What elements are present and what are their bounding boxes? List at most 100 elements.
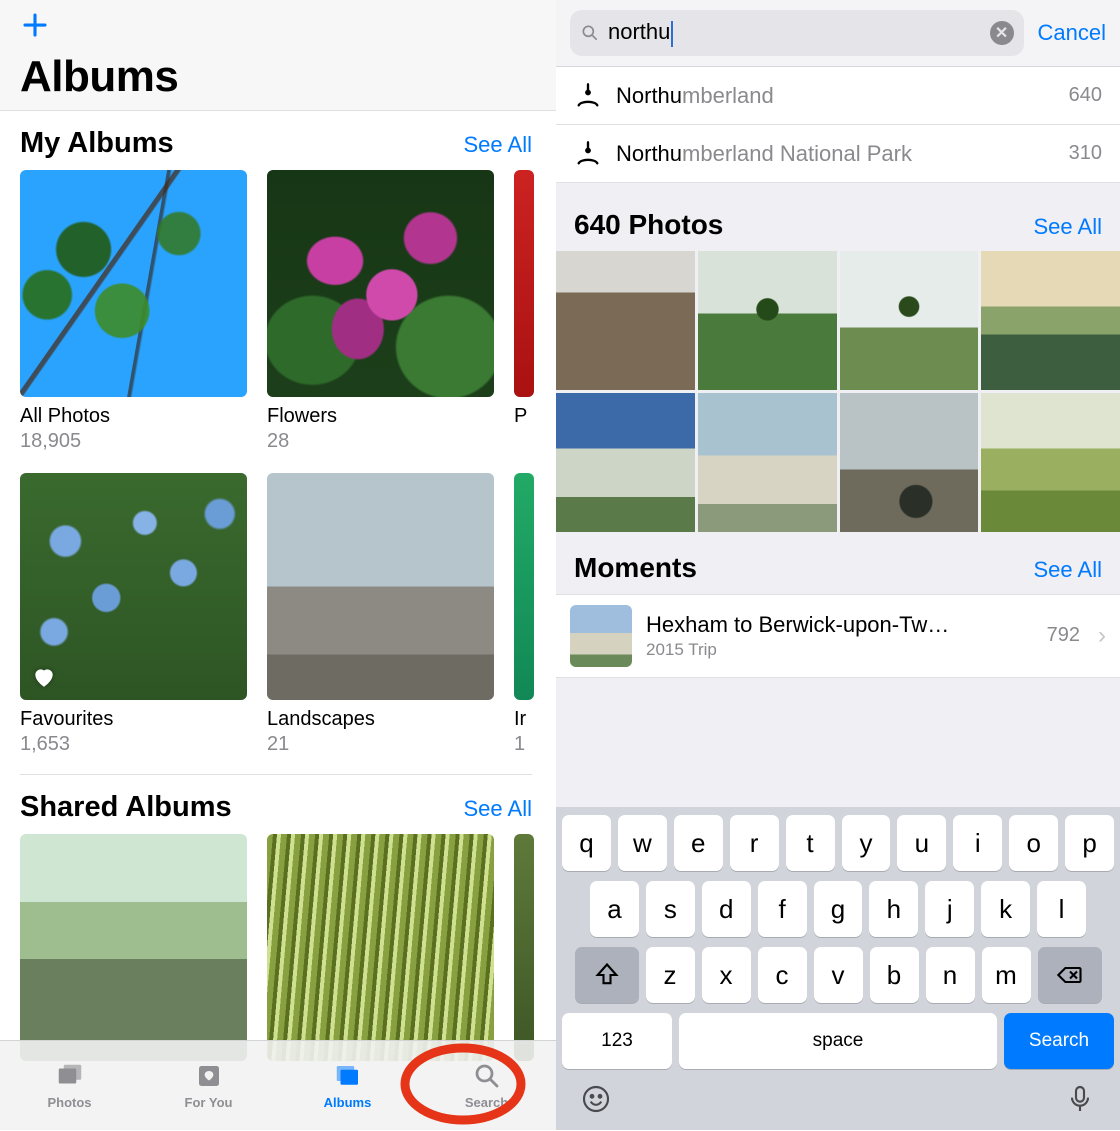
- key-z[interactable]: z: [646, 947, 695, 1003]
- album-count: 28: [267, 430, 494, 453]
- album-name: Ir: [514, 708, 534, 731]
- moments-title: Moments: [574, 552, 697, 584]
- album-flowers[interactable]: Flowers 28: [267, 170, 494, 453]
- key-h[interactable]: h: [869, 881, 918, 937]
- tab-albums[interactable]: Albums: [278, 1041, 417, 1130]
- search-bar: northu ✕ Cancel: [556, 0, 1120, 67]
- photo-thumb[interactable]: [556, 251, 695, 390]
- key-t[interactable]: t: [786, 815, 835, 871]
- search-screen: northu ✕ Cancel Northumberland 640 North…: [556, 0, 1120, 1130]
- photo-thumb[interactable]: [840, 251, 979, 390]
- tab-label: For You: [185, 1095, 233, 1110]
- key-k[interactable]: k: [981, 881, 1030, 937]
- album-thumb: [267, 834, 494, 1061]
- moments-see-all[interactable]: See All: [1034, 557, 1103, 583]
- suggestion-text: Northumberland National Park: [616, 141, 1069, 167]
- photo-thumb[interactable]: [981, 251, 1120, 390]
- tab-label: Photos: [47, 1095, 91, 1110]
- add-album-button[interactable]: [20, 10, 536, 46]
- album-thumb: [267, 170, 494, 397]
- tab-for-you[interactable]: For You: [139, 1041, 278, 1130]
- album-all-photos[interactable]: All Photos 18,905: [20, 170, 247, 453]
- album-favourites[interactable]: Favourites 1,653: [20, 473, 247, 756]
- key-d[interactable]: d: [702, 881, 751, 937]
- search-input[interactable]: northu ✕: [570, 10, 1024, 56]
- tab-photos[interactable]: Photos: [0, 1041, 139, 1130]
- album-count: 21: [267, 733, 494, 756]
- key-q[interactable]: q: [562, 815, 611, 871]
- key-u[interactable]: u: [897, 815, 946, 871]
- suggestion-row[interactable]: Northumberland National Park 310: [556, 125, 1120, 183]
- shared-album[interactable]: [20, 834, 247, 1061]
- chevron-right-icon: ›: [1098, 622, 1106, 650]
- key-l[interactable]: l: [1037, 881, 1086, 937]
- album-name: Landscapes: [267, 708, 494, 731]
- moment-thumb: [570, 605, 632, 667]
- album-peek[interactable]: P: [514, 170, 534, 453]
- key-s[interactable]: s: [646, 881, 695, 937]
- key-space[interactable]: space: [679, 1013, 997, 1069]
- keyboard: qwertyuiop asdfghjkl zxcvbnm 123 space S…: [556, 807, 1120, 1130]
- mic-icon: [1064, 1083, 1096, 1115]
- key-b[interactable]: b: [870, 947, 919, 1003]
- key-m[interactable]: m: [982, 947, 1031, 1003]
- album-landscapes[interactable]: Landscapes 21: [267, 473, 494, 756]
- cancel-button[interactable]: Cancel: [1038, 20, 1106, 46]
- photo-thumb[interactable]: [840, 393, 979, 532]
- annotation-circle: [398, 1042, 528, 1126]
- my-albums-title: My Albums: [20, 127, 174, 160]
- key-w[interactable]: w: [618, 815, 667, 871]
- plus-icon: [20, 10, 50, 40]
- shared-albums-see-all[interactable]: See All: [464, 796, 533, 822]
- album-name: Flowers: [267, 405, 494, 428]
- my-albums-see-all[interactable]: See All: [464, 132, 533, 158]
- moment-row[interactable]: Hexham to Berwick-upon-Tw… 2015 Trip 792…: [556, 594, 1120, 678]
- emoji-button[interactable]: [580, 1083, 612, 1120]
- suggestion-row[interactable]: Northumberland 640: [556, 67, 1120, 125]
- album-thumb: [514, 170, 534, 397]
- photo-thumb[interactable]: [698, 251, 837, 390]
- key-g[interactable]: g: [814, 881, 863, 937]
- key-o[interactable]: o: [1009, 815, 1058, 871]
- album-peek[interactable]: Ir 1: [514, 473, 534, 756]
- key-p[interactable]: p: [1065, 815, 1114, 871]
- key-r[interactable]: r: [730, 815, 779, 871]
- shared-album[interactable]: [267, 834, 494, 1061]
- key-i[interactable]: i: [953, 815, 1002, 871]
- key-v[interactable]: v: [814, 947, 863, 1003]
- key-y[interactable]: y: [842, 815, 891, 871]
- key-shift[interactable]: [575, 947, 639, 1003]
- photo-thumb[interactable]: [981, 393, 1120, 532]
- key-c[interactable]: c: [758, 947, 807, 1003]
- album-thumb: [20, 834, 247, 1061]
- key-n[interactable]: n: [926, 947, 975, 1003]
- location-pin-icon: [574, 82, 602, 110]
- key-backspace[interactable]: [1038, 947, 1102, 1003]
- photos-see-all[interactable]: See All: [1034, 214, 1103, 240]
- dictation-button[interactable]: [1064, 1083, 1096, 1120]
- album-thumb: [514, 473, 534, 700]
- clear-search-button[interactable]: ✕: [990, 21, 1014, 45]
- key-x[interactable]: x: [702, 947, 751, 1003]
- photo-thumb[interactable]: [556, 393, 695, 532]
- key-e[interactable]: e: [674, 815, 723, 871]
- backspace-icon: [1056, 961, 1084, 989]
- for-you-icon: [192, 1061, 226, 1091]
- suggestion-count: 640: [1069, 84, 1102, 107]
- shared-album-peek[interactable]: [514, 834, 534, 1061]
- key-numbers[interactable]: 123: [562, 1013, 672, 1069]
- key-f[interactable]: f: [758, 881, 807, 937]
- key-a[interactable]: a: [590, 881, 639, 937]
- location-pin-icon: [574, 140, 602, 168]
- shared-albums-title: Shared Albums: [20, 791, 232, 824]
- album-count: 18,905: [20, 430, 247, 453]
- album-thumb: [514, 834, 534, 1061]
- key-j[interactable]: j: [925, 881, 974, 937]
- album-count: 1: [514, 733, 534, 756]
- text-caret: [671, 21, 673, 47]
- photo-thumb[interactable]: [698, 393, 837, 532]
- album-thumb: [267, 473, 494, 700]
- key-search[interactable]: Search: [1004, 1013, 1114, 1069]
- shift-icon: [593, 961, 621, 989]
- photos-count-title: 640 Photos: [574, 209, 723, 241]
